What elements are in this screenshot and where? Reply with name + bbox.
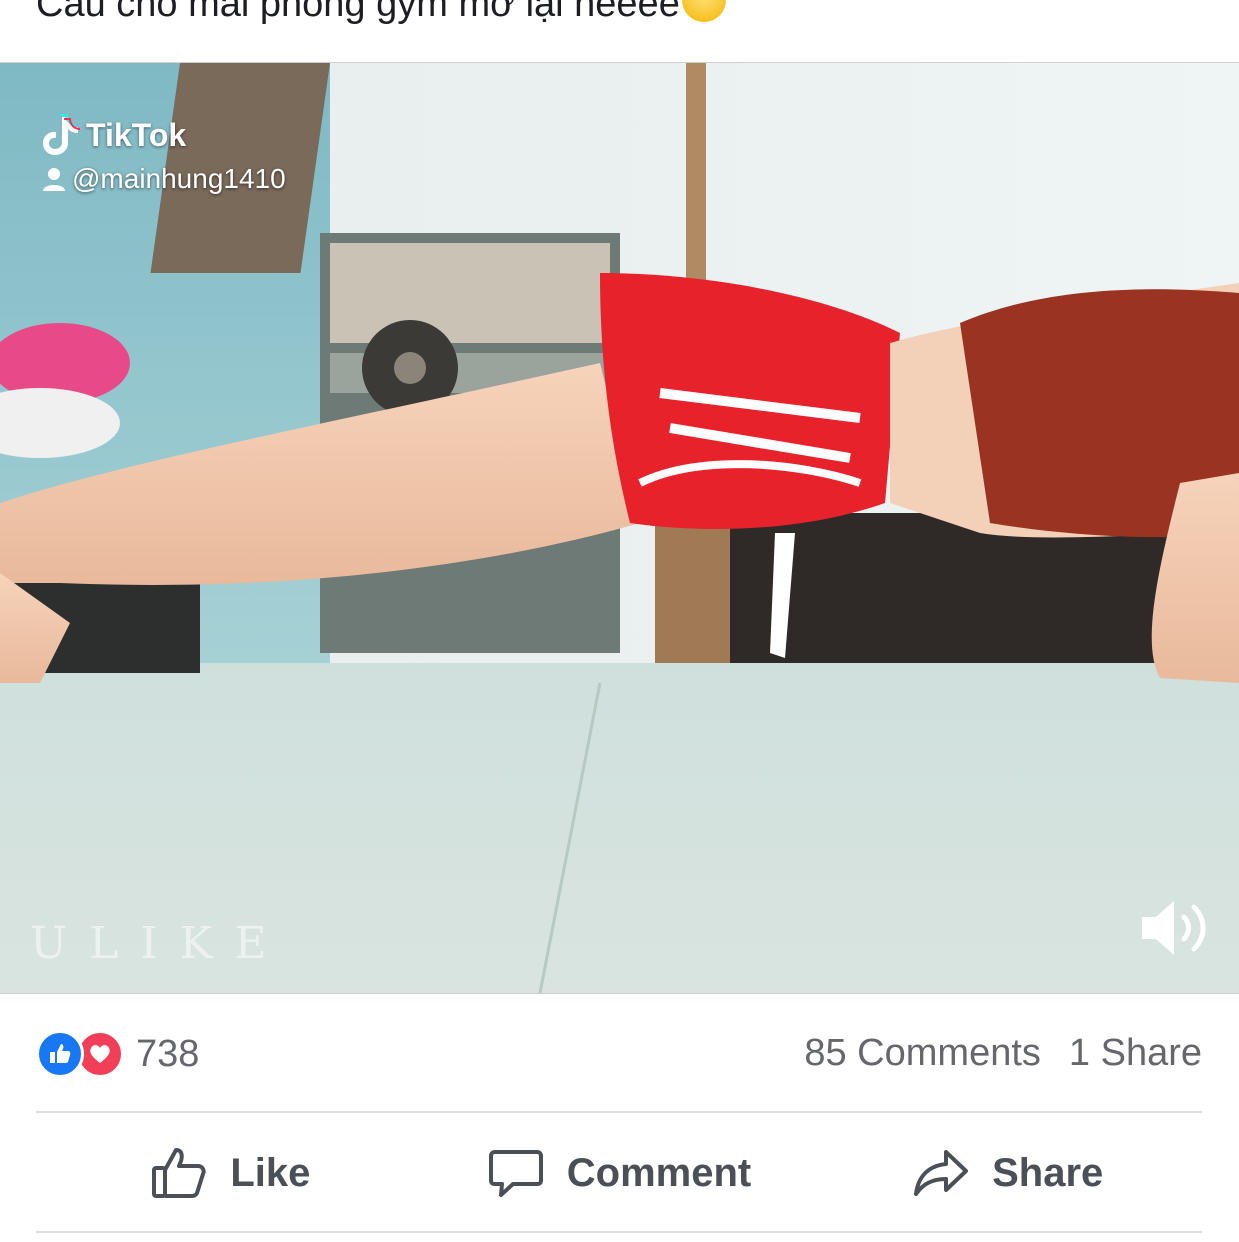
post-caption: Cầu cho mai phòng gym mở lại neeee — [36, 0, 726, 26]
comment-button[interactable]: Comment — [425, 1114, 814, 1232]
speaker-volume-icon[interactable] — [1138, 891, 1212, 965]
comment-button-label: Comment — [566, 1150, 752, 1195]
divider-top — [36, 1111, 1202, 1113]
engagement-counts: 85 Comments 1 Share — [804, 1032, 1202, 1075]
comments-count-link[interactable]: 85 Comments — [804, 1032, 1041, 1075]
post-caption-text: Cầu cho mai phòng gym mở lại neeee — [36, 0, 680, 25]
share-button-label: Share — [992, 1150, 1104, 1195]
video-player[interactable]: TikTok @mainhung1410 ULIKE — [0, 62, 1239, 994]
user-icon — [43, 168, 65, 191]
like-button[interactable]: Like — [36, 1114, 425, 1232]
ulike-watermark: ULIKE — [30, 918, 289, 969]
reactions-summary[interactable]: 738 — [36, 1030, 199, 1078]
like-reaction-icon — [36, 1030, 84, 1078]
share-button[interactable]: Share — [813, 1114, 1202, 1232]
share-arrow-icon — [914, 1150, 969, 1196]
shares-count-link[interactable]: 1 Share — [1069, 1032, 1202, 1075]
reaction-count: 738 — [136, 1032, 200, 1075]
post-stats: 738 85 Comments 1 Share — [36, 1030, 1202, 1080]
tiktok-username-text: @mainhung1410 — [72, 163, 286, 194]
divider-bottom — [36, 1231, 1202, 1233]
post-actions-bar: Like Comment Share — [36, 1114, 1202, 1232]
video-frame — [0, 63, 1239, 993]
flushed-face-emoji-icon — [681, 0, 726, 22]
tiktok-brand-label: TikTok — [86, 116, 187, 153]
comment-bubble-icon — [488, 1150, 543, 1197]
tiktok-username: @mainhung1410 — [40, 163, 286, 195]
thumbs-up-icon — [152, 1148, 206, 1198]
tiktok-logo: TikTok — [40, 113, 186, 157]
like-button-label: Like — [230, 1150, 311, 1195]
tiktok-note-icon — [43, 114, 80, 155]
